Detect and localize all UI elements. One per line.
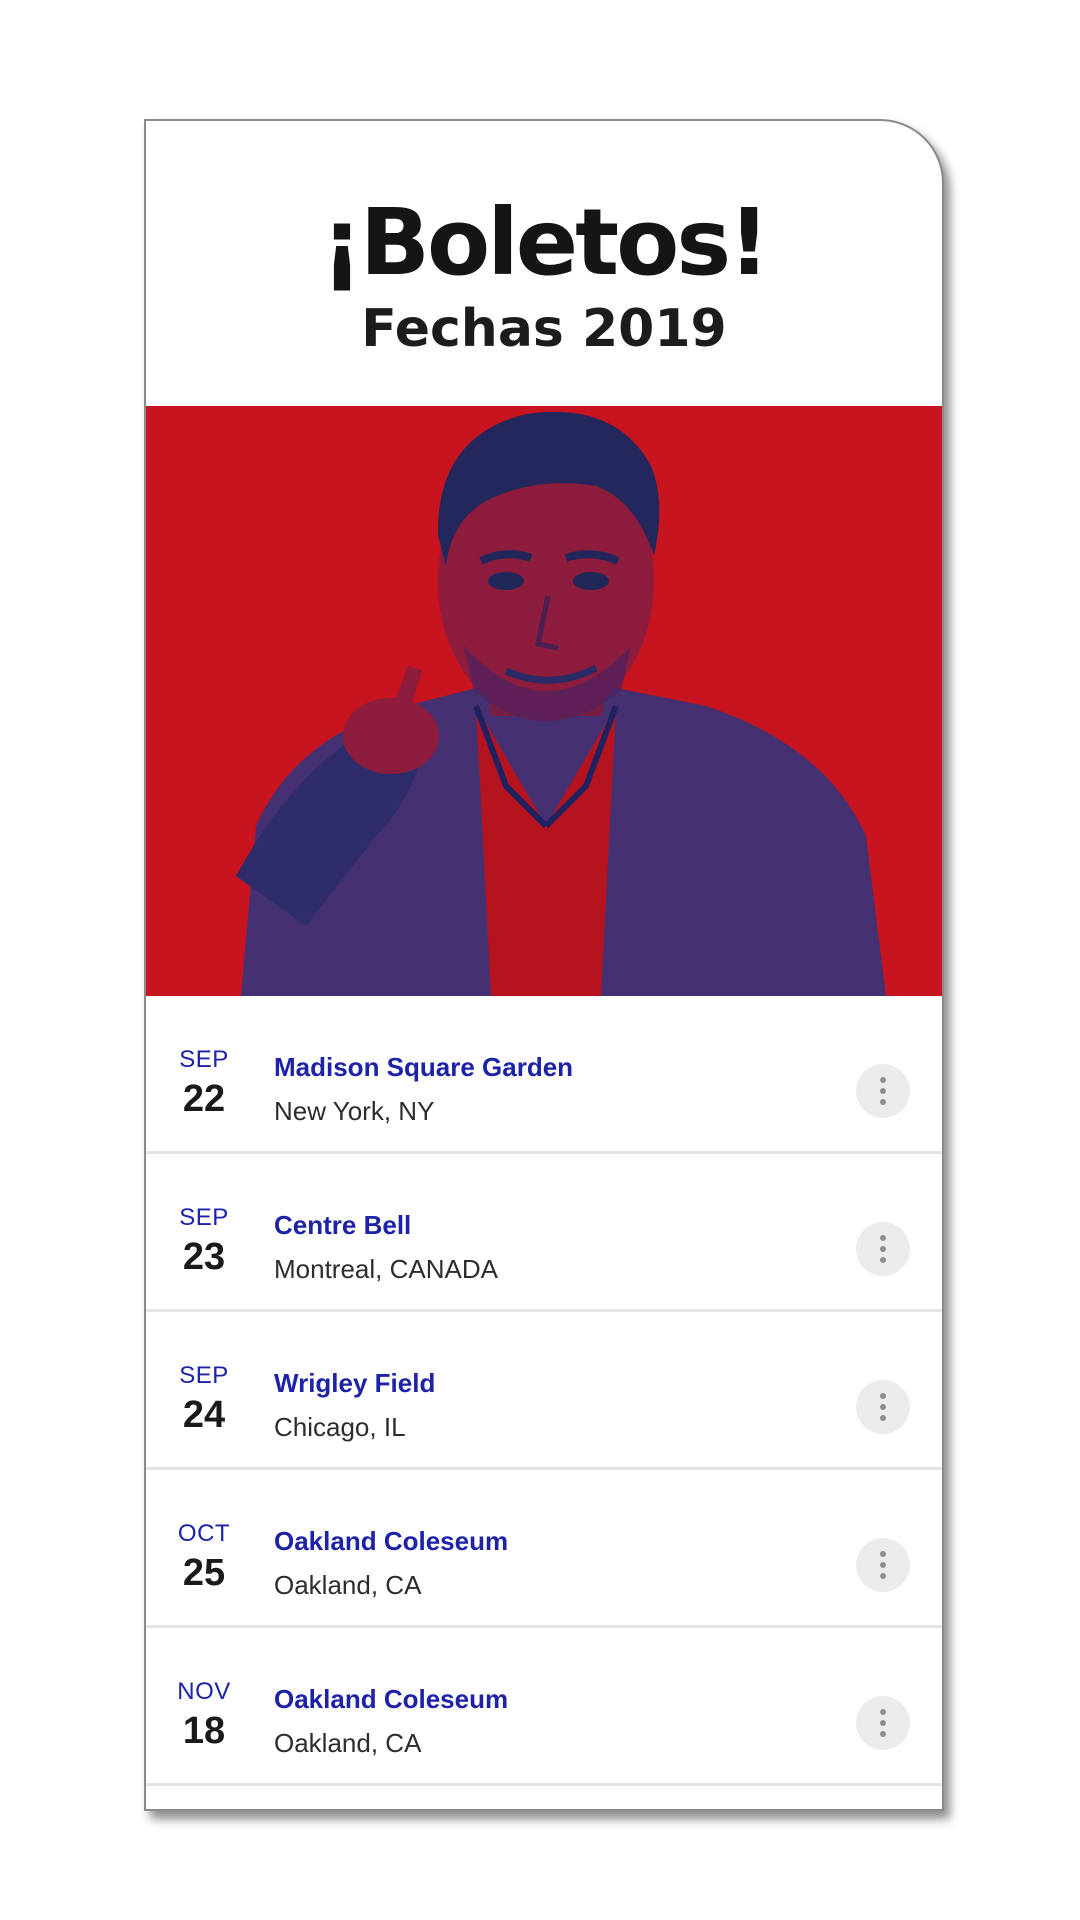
event-city: Montreal, CANADA (274, 1254, 498, 1284)
list-item[interactable]: SEP 23 Centre Bell Montreal, CANADA (146, 1154, 942, 1312)
event-venue-link[interactable]: Centre Bell (274, 1210, 411, 1241)
event-city: New York, NY (274, 1096, 435, 1126)
event-month: OCT (177, 1520, 231, 1547)
event-venue-link[interactable]: Oakland Coleseum (274, 1526, 508, 1557)
event-day: 25 (182, 1552, 226, 1594)
header: ¡Boletos! Fechas 2019 (146, 121, 942, 406)
app-card: ¡Boletos! Fechas 2019 SEP 22 Madison Squ… (144, 119, 944, 1811)
more-vertical-icon[interactable] (856, 1538, 910, 1592)
event-day: 18 (182, 1710, 226, 1752)
artist-photo (146, 406, 942, 996)
event-city: Chicago, IL (274, 1412, 406, 1442)
event-month: SEP (179, 1046, 229, 1073)
more-vertical-icon[interactable] (856, 1696, 910, 1750)
event-city: Oakland, CA (274, 1570, 422, 1600)
more-vertical-icon[interactable] (856, 1222, 910, 1276)
event-venue-link[interactable]: Oakland Coleseum (274, 1684, 508, 1715)
list-item[interactable]: SEP 22 Madison Square Garden New York, N… (146, 996, 942, 1154)
list-item[interactable]: OCT 25 Oakland Coleseum Oakland, CA (146, 1470, 942, 1628)
list-item[interactable]: NOV 18 Oakland Coleseum Oakland, CA (146, 1628, 942, 1786)
list-item[interactable]: SEP 24 Wrigley Field Chicago, IL (146, 1312, 942, 1470)
event-day: 23 (182, 1236, 226, 1278)
event-month: NOV (177, 1678, 231, 1705)
page-subtitle: Fechas 2019 (361, 299, 727, 359)
event-city: Oakland, CA (274, 1728, 422, 1758)
more-vertical-icon[interactable] (856, 1380, 910, 1434)
event-month: SEP (179, 1362, 229, 1389)
artist-illustration (146, 406, 942, 996)
more-vertical-icon[interactable] (856, 1064, 910, 1118)
event-venue-link[interactable]: Wrigley Field (274, 1368, 435, 1399)
page-title: ¡Boletos! (320, 189, 770, 296)
event-month: SEP (179, 1204, 229, 1231)
event-venue-link[interactable]: Madison Square Garden (274, 1052, 573, 1083)
event-day: 24 (182, 1394, 226, 1436)
events-list: SEP 22 Madison Square Garden New York, N… (146, 996, 942, 1786)
event-day: 22 (182, 1078, 226, 1120)
